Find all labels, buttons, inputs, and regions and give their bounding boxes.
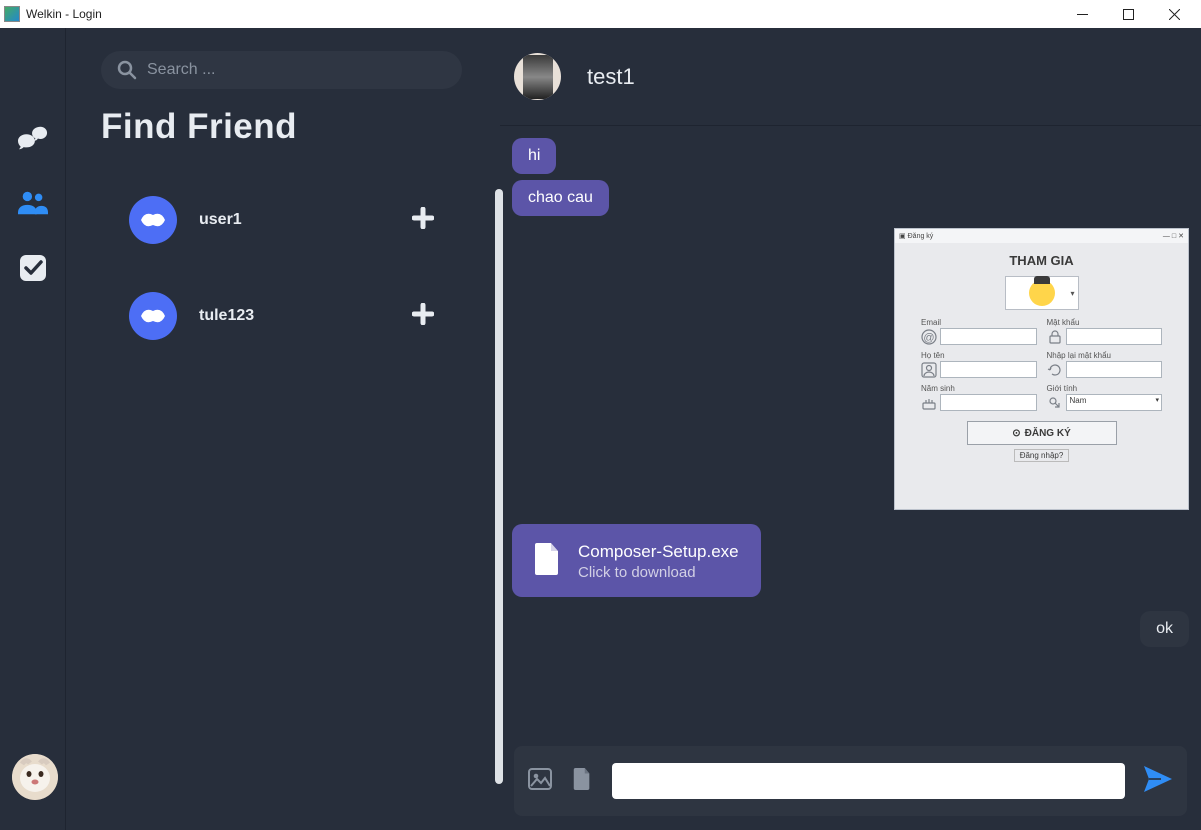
panel-heading: Find Friend	[101, 107, 462, 147]
contact-avatar[interactable]	[514, 53, 561, 100]
close-button[interactable]	[1151, 1, 1197, 27]
message-composer	[514, 746, 1187, 816]
file-icon	[534, 543, 560, 580]
maximize-button[interactable]	[1105, 1, 1151, 27]
user-avatar[interactable]	[12, 754, 58, 800]
minimize-button[interactable]	[1059, 1, 1105, 27]
message-text: ok	[1140, 611, 1189, 647]
nav-friends[interactable]	[18, 189, 48, 222]
attach-file-button[interactable]	[570, 768, 594, 795]
search-input[interactable]	[147, 61, 446, 79]
nav-rail	[0, 28, 65, 830]
chat-area: test1 hi chao cau ▣ Đăng ký —□✕ THAM GIA…	[500, 28, 1201, 830]
image-form-title: THAM GIA	[921, 253, 1162, 268]
window-titlebar: Welkin - Login	[0, 0, 1201, 28]
friend-avatar	[129, 196, 177, 244]
app-icon	[4, 6, 20, 22]
file-name: Composer-Setup.exe	[578, 542, 739, 562]
friend-avatar	[129, 292, 177, 340]
friend-name: user1	[199, 211, 390, 229]
add-friend-button[interactable]	[412, 303, 434, 330]
message-image-attachment[interactable]: ▣ Đăng ký —□✕ THAM GIA Email @ Mật khẩu	[894, 228, 1189, 510]
image-window-title: Đăng ký	[908, 233, 934, 240]
label-password: Mật khẩu	[1047, 318, 1163, 327]
app-body: Find Friend user1 tule123 test1	[0, 28, 1201, 830]
message-list[interactable]: hi chao cau ▣ Đăng ký —□✕ THAM GIA Email…	[500, 126, 1201, 746]
chat-header: test1	[500, 28, 1201, 126]
label-email: Email	[921, 318, 1037, 327]
label-gender: Giới tính	[1047, 384, 1163, 393]
image-window-titlebar: ▣ Đăng ký —□✕	[895, 229, 1188, 243]
label-password-repeat: Nhập lại mật khẩu	[1047, 351, 1163, 360]
image-avatar-selector	[1005, 276, 1079, 310]
friend-row[interactable]: tule123	[101, 268, 462, 364]
friend-row[interactable]: user1	[101, 172, 462, 268]
svg-text:@: @	[923, 332, 934, 344]
nav-chat[interactable]	[18, 124, 48, 157]
search-box[interactable]	[101, 51, 462, 89]
window-title: Welkin - Login	[26, 7, 102, 21]
image-login-link: Đăng nhập?	[1014, 449, 1070, 462]
message-file-attachment[interactable]: Composer-Setup.exe Click to download	[512, 524, 761, 597]
message-text: chao cau	[512, 180, 609, 216]
attach-image-button[interactable]	[528, 768, 552, 795]
file-subtitle: Click to download	[578, 564, 739, 581]
add-friend-button[interactable]	[412, 207, 434, 234]
label-birthyear: Năm sinh	[921, 384, 1037, 393]
friend-name: tule123	[199, 307, 390, 325]
contact-name: test1	[587, 64, 635, 90]
label-fullname: Họ tên	[921, 351, 1037, 360]
search-icon	[117, 60, 137, 80]
friends-panel: Find Friend user1 tule123	[65, 28, 500, 830]
image-submit-button: ⊙ĐĂNG KÝ	[967, 421, 1117, 445]
nav-tasks[interactable]	[18, 254, 48, 287]
message-text: hi	[512, 138, 556, 174]
message-input[interactable]	[612, 763, 1125, 799]
send-button[interactable]	[1143, 765, 1173, 798]
